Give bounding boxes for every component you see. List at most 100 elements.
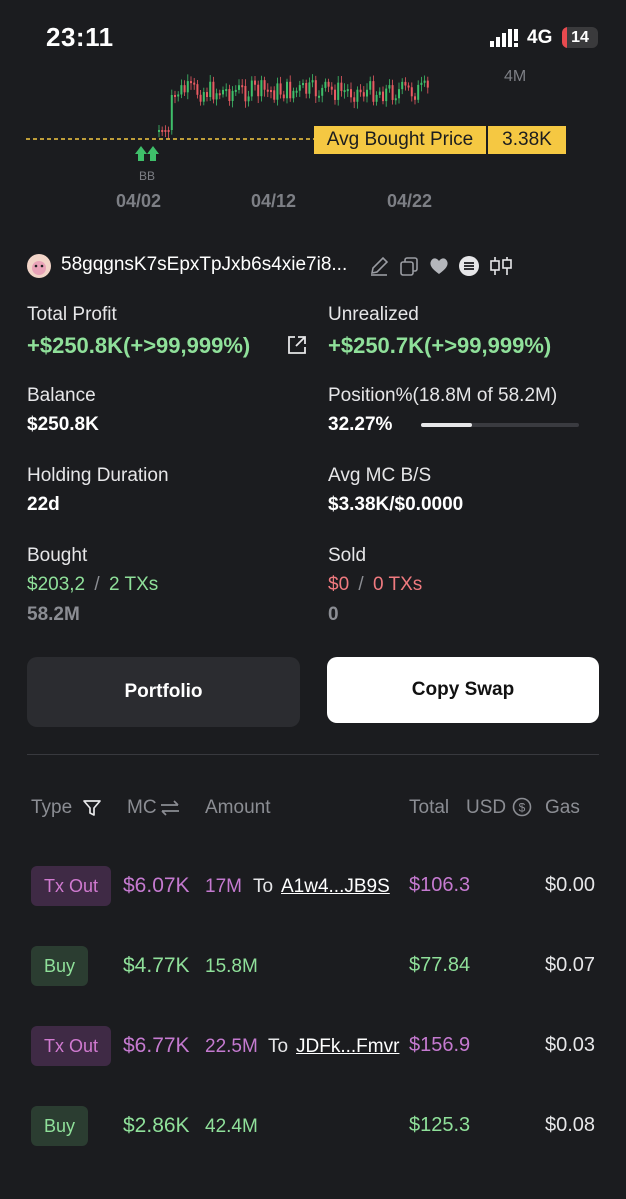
row-mc: $6.77K	[123, 1034, 190, 1057]
candle-body	[215, 93, 218, 100]
candle-body	[206, 92, 208, 98]
candle-body	[209, 81, 212, 98]
heart-icon[interactable]	[428, 255, 450, 277]
row-gas: $0.03	[545, 1034, 596, 1056]
row-mc: $6.07K	[123, 874, 190, 897]
candle-body	[327, 81, 330, 87]
price-chart[interactable]	[0, 60, 626, 190]
candle-body	[353, 97, 356, 102]
candle-body	[385, 88, 388, 102]
candle-body	[167, 130, 170, 132]
portfolio-button[interactable]: Portfolio	[27, 657, 300, 727]
copy-swap-button[interactable]: Copy Swap	[327, 657, 599, 723]
row-gas: $0.00	[545, 874, 596, 896]
avg-mc-label: Avg MC B/S	[328, 465, 432, 486]
wallet-address[interactable]: 58gqgnsK7sEpxTpJxb6s4xie7i8...	[61, 254, 371, 276]
menu-circle-icon[interactable]	[458, 255, 480, 277]
candle-body	[228, 89, 231, 102]
row-address-link[interactable]: A1w4...JB9S	[281, 876, 390, 898]
edit-icon[interactable]	[368, 255, 390, 277]
candle-body	[417, 84, 420, 100]
candle-body	[234, 89, 237, 92]
candle-body	[343, 90, 346, 93]
avg-bought-price-value: 3.38K	[488, 126, 566, 154]
candle-body	[254, 80, 256, 85]
total-profit-value: +$250.8K(+>99,999%)	[27, 333, 251, 358]
candle-body	[340, 82, 343, 91]
candle-body	[314, 80, 317, 97]
avg-mc-value: $3.38K/$0.0000	[328, 494, 464, 515]
column-header-gas[interactable]: Gas	[545, 797, 580, 819]
column-header-mc[interactable]: MC	[127, 797, 157, 819]
x-tick-3: 04/22	[387, 191, 433, 211]
candle-body	[334, 89, 336, 100]
balance-label: Balance	[27, 385, 96, 406]
column-header-total[interactable]: Total	[409, 797, 449, 819]
candlestick-icon[interactable]	[488, 255, 514, 277]
copy-icon[interactable]	[398, 255, 420, 277]
sold-summary: $0 / 0 TXs	[328, 574, 422, 596]
row-amount: 22.5M	[205, 1036, 258, 1057]
candle-body	[382, 91, 384, 102]
candle-body	[212, 81, 215, 100]
sold-separator: /	[358, 574, 364, 595]
column-header-amount[interactable]: Amount	[205, 797, 270, 819]
battery-icon: 14	[562, 27, 598, 48]
candle-body	[225, 89, 228, 92]
table-row[interactable]: Buy $2.86K 42.4M $125.3 $0.08	[0, 1106, 626, 1150]
candle-body	[164, 130, 167, 132]
table-row[interactable]: Tx Out $6.07K 17M To A1w4...JB9S $106.3 …	[0, 866, 626, 910]
candle-body	[404, 81, 407, 86]
candle-body	[324, 81, 327, 88]
candle-body	[414, 96, 416, 100]
candle-body	[276, 83, 279, 100]
candle-body	[158, 130, 160, 132]
type-badge: Tx Out	[31, 866, 112, 906]
candle-body	[350, 89, 352, 98]
candle-body	[388, 85, 391, 89]
cellular-signal-icon	[490, 29, 518, 47]
section-divider	[27, 754, 599, 755]
buy-marker-label: BB	[139, 169, 155, 180]
buy-marker-icon[interactable]: BB	[133, 144, 161, 180]
holding-duration-label: Holding Duration	[27, 465, 169, 486]
row-total: $77.84	[409, 954, 471, 976]
candle-body	[337, 82, 340, 100]
candle-body	[257, 84, 260, 97]
row-mc: $4.77K	[123, 954, 190, 977]
candle-body	[369, 81, 372, 90]
x-tick-2: 04/12	[251, 191, 297, 211]
column-header-type[interactable]: Type	[31, 797, 72, 819]
table-row[interactable]: Buy $4.77K 15.8M $77.84 $0.07	[0, 946, 626, 990]
candle-body	[407, 85, 410, 88]
candle-body	[270, 90, 272, 93]
row-total: $106.3	[409, 874, 471, 896]
candle-body	[241, 85, 244, 88]
bought-txs: 2 TXs	[108, 574, 159, 595]
column-header-usd[interactable]: USD	[466, 797, 506, 819]
share-external-icon[interactable]	[286, 334, 308, 356]
currency-toggle-icon[interactable]: $	[512, 797, 532, 817]
swap-arrows-icon[interactable]	[159, 799, 181, 817]
row-amount: 42.4M	[205, 1116, 258, 1137]
sold-label: Sold	[328, 545, 367, 566]
row-address-link[interactable]: JDFk...Fmvr	[296, 1036, 399, 1058]
position-progress-bar	[421, 423, 579, 427]
table-row[interactable]: Tx Out $6.77K 22.5M To JDFk...Fmvr $156.…	[0, 1026, 626, 1070]
x-tick-1: 04/02	[116, 191, 162, 211]
battery-level: 14	[571, 29, 589, 46]
candle-body	[247, 96, 250, 102]
filter-icon[interactable]	[82, 798, 102, 818]
chart-y-label: 4M	[504, 68, 527, 85]
bought-label: Bought	[27, 545, 88, 566]
candle-body	[263, 80, 266, 90]
candle-body	[186, 81, 189, 93]
row-total: $125.3	[409, 1114, 471, 1136]
candle-body	[366, 89, 368, 97]
bought-amount: 58.2M	[27, 604, 80, 625]
candle-body	[308, 82, 311, 94]
candle-body	[202, 92, 205, 102]
candle-body	[282, 94, 285, 99]
sold-usd: $0	[328, 574, 350, 595]
candle-body	[295, 90, 298, 93]
